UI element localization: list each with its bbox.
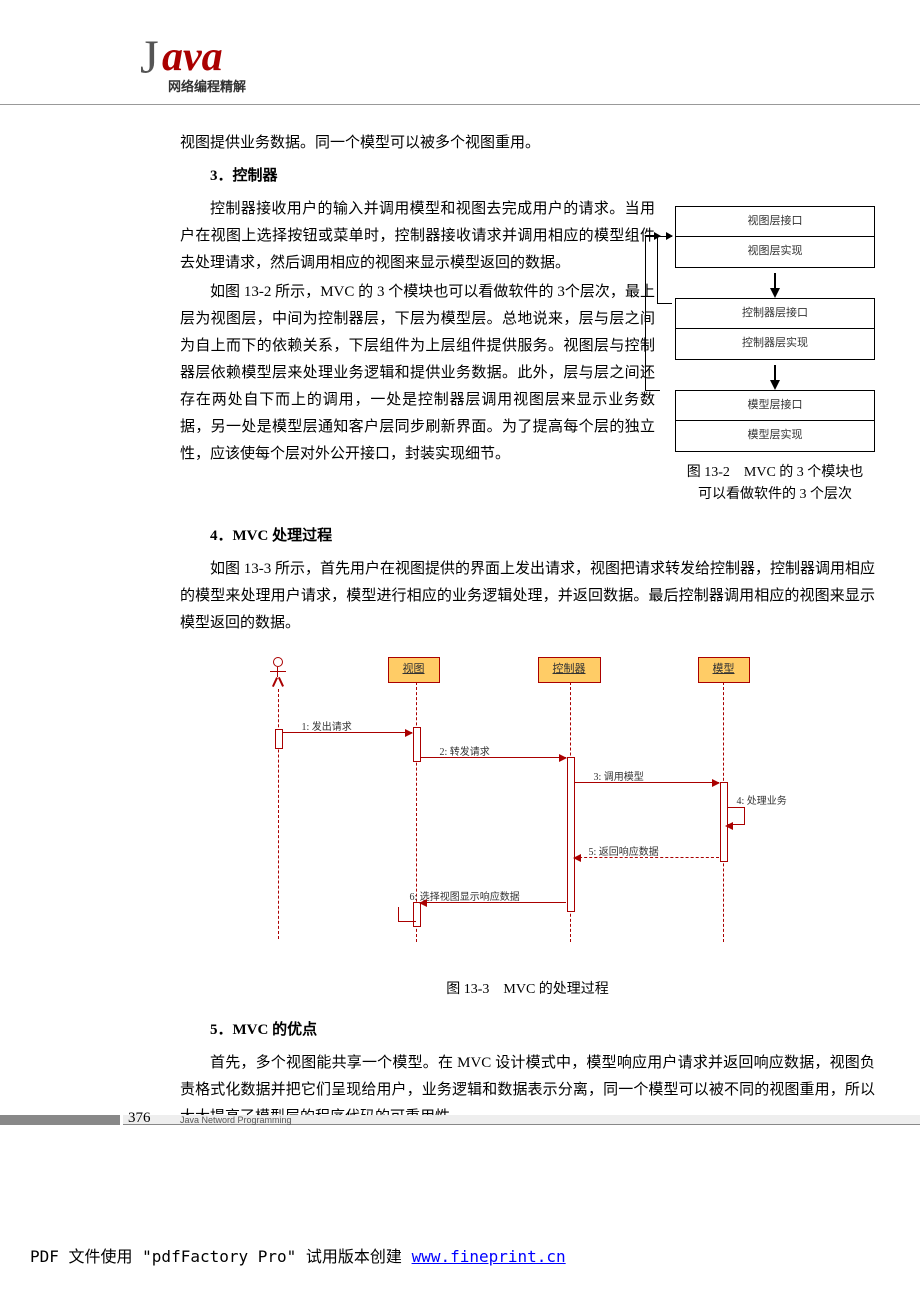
view-impl: 视图层实现 bbox=[676, 237, 874, 267]
heading-mvc-process: 4．MVC 处理过程 bbox=[210, 523, 875, 550]
msg-3-label: 3: 调用模型 bbox=[594, 769, 644, 787]
figure-13-3-caption: 图 13-3 MVC 的处理过程 bbox=[180, 977, 875, 1002]
controller-impl: 控制器层实现 bbox=[676, 329, 874, 359]
model-impl: 模型层实现 bbox=[676, 421, 874, 451]
figure-13-2: 视图层接口 视图层实现 控制器层接口 控制器层实现 模型层接口 模型层实现 图 … bbox=[675, 206, 875, 507]
msg-5-label: 5: 返回响应数据 bbox=[589, 844, 659, 862]
arrow-1 bbox=[675, 273, 875, 298]
lifeline-controller bbox=[570, 682, 571, 942]
msg-2: 2: 转发请求 bbox=[420, 757, 566, 758]
msg-3: 3: 调用模型 bbox=[574, 782, 719, 783]
heading-mvc-advantages: 5．MVC 的优点 bbox=[210, 1017, 875, 1044]
lifeline-model bbox=[723, 682, 724, 942]
paragraph-4: 如图 13-3 所示，首先用户在视图提供的界面上发出请求，视图把请求转发给控制器… bbox=[180, 556, 875, 637]
pdf-prefix: PDF 文件使用 "pdfFactory Pro" 试用版本创建 bbox=[30, 1247, 412, 1266]
view-layer: 视图层接口 视图层实现 bbox=[675, 206, 875, 268]
view-interface: 视图层接口 bbox=[676, 207, 874, 237]
actor-model: 模型 bbox=[698, 657, 750, 683]
footer-running-text: Java Netword Programming bbox=[180, 1112, 292, 1128]
pdf-watermark: PDF 文件使用 "pdfFactory Pro" 试用版本创建 www.fin… bbox=[30, 1243, 566, 1272]
figure-13-2-caption: 图 13-2 MVC 的 3 个模块也 可以看做软件的 3 个层次 bbox=[675, 462, 875, 507]
caption-line-2: 可以看做软件的 3 个层次 bbox=[675, 484, 875, 506]
pdf-link[interactable]: www.fineprint.cn bbox=[412, 1247, 566, 1266]
footer-dark-block bbox=[0, 1115, 120, 1125]
view-head: 视图 bbox=[388, 657, 440, 683]
page-header: J ava 网络编程精解 bbox=[0, 0, 920, 105]
activation-controller bbox=[567, 757, 575, 912]
controller-head: 控制器 bbox=[538, 657, 601, 683]
actor-view: 视图 bbox=[388, 657, 440, 683]
feedback-arrow-2 bbox=[645, 236, 660, 391]
model-head: 模型 bbox=[698, 657, 750, 683]
arrow-2 bbox=[675, 365, 875, 390]
msg-6: 6: 选择视图显示响应数据 bbox=[420, 902, 566, 903]
logo-j: J bbox=[140, 15, 159, 101]
model-layer: 模型层接口 模型层实现 bbox=[675, 390, 875, 452]
lifeline-user bbox=[278, 689, 279, 939]
msg-1-label: 1: 发出请求 bbox=[302, 719, 352, 737]
model-interface: 模型层接口 bbox=[676, 391, 874, 421]
caption-line-1: 图 13-2 MVC 的 3 个模块也 bbox=[675, 462, 875, 484]
msg-5: 5: 返回响应数据 bbox=[574, 857, 719, 858]
paragraph-1: 视图提供业务数据。同一个模型可以被多个视图重用。 bbox=[180, 130, 875, 157]
page-content: 视图提供业务数据。同一个模型可以被多个视图重用。 3．控制器 视图层接口 视图层… bbox=[0, 105, 920, 1131]
figure-13-3-sequence: 视图 控制器 模型 1: 发出请求 2: 转发请求 bbox=[258, 657, 798, 957]
layer-diagram: 视图层接口 视图层实现 控制器层接口 控制器层实现 模型层接口 模型层实现 bbox=[675, 206, 875, 452]
controller-layer: 控制器层接口 控制器层实现 bbox=[675, 298, 875, 360]
page-number: 376 bbox=[128, 1105, 151, 1132]
heading-controller: 3．控制器 bbox=[210, 163, 875, 190]
controller-interface: 控制器层接口 bbox=[676, 299, 874, 329]
msg-2-label: 2: 转发请求 bbox=[440, 744, 490, 762]
msg-1: 1: 发出请求 bbox=[282, 732, 412, 733]
actor-controller: 控制器 bbox=[538, 657, 601, 683]
user-icon bbox=[268, 657, 288, 687]
actor-user bbox=[258, 657, 298, 687]
self-loop-view bbox=[398, 907, 416, 922]
logo-subtitle: 网络编程精解 bbox=[168, 75, 246, 98]
